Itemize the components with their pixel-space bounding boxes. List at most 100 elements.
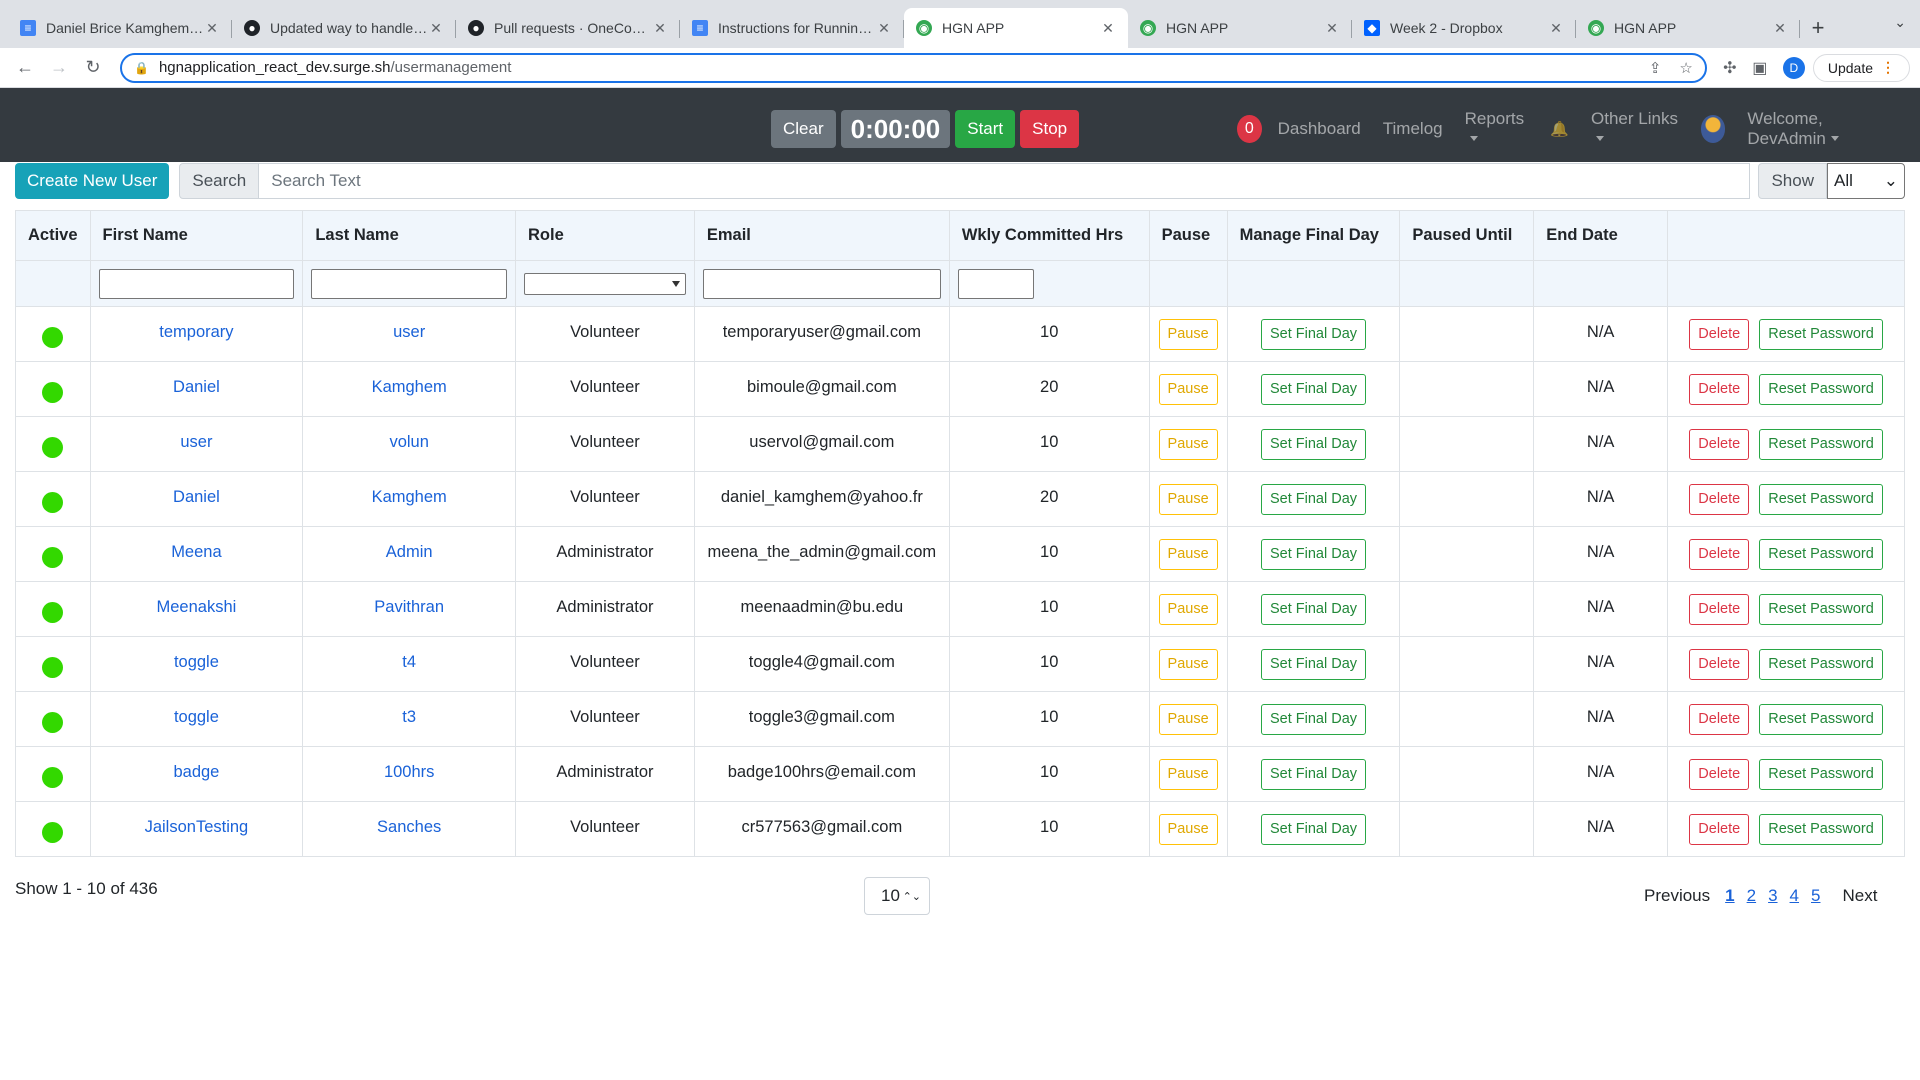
active-status-dot[interactable] [42, 657, 64, 678]
back-icon[interactable]: ← [10, 53, 40, 83]
close-icon[interactable]: ✕ [428, 20, 444, 37]
show-filter-select[interactable]: All ⌄ [1827, 163, 1905, 199]
last-name-filter-input[interactable] [311, 268, 508, 299]
page-size-select[interactable]: 10 ⌃⌄ [864, 877, 930, 915]
reset-password-button[interactable]: Reset Password [1759, 593, 1883, 625]
browser-tab[interactable]: ● Pull requests · OneCommuni✕ [456, 8, 680, 48]
first-name-link[interactable]: Daniel [173, 378, 220, 396]
reset-password-button[interactable]: Reset Password [1759, 813, 1883, 845]
delete-button[interactable]: Delete [1689, 593, 1750, 625]
active-status-dot[interactable] [42, 767, 64, 788]
search-input[interactable]: Search Text [259, 163, 1751, 199]
reset-password-button[interactable]: Reset Password [1759, 538, 1883, 570]
page-link[interactable]: 5 [1811, 886, 1820, 906]
last-name-link[interactable]: Kamghem [372, 378, 447, 396]
forward-icon[interactable]: → [44, 53, 74, 83]
reset-password-button[interactable]: Reset Password [1759, 758, 1883, 790]
set-final-day-button[interactable]: Set Final Day [1260, 318, 1367, 350]
pause-button[interactable]: Pause [1158, 538, 1218, 570]
reset-password-button[interactable]: Reset Password [1759, 428, 1883, 460]
previous-page-button[interactable]: Previous [1644, 886, 1710, 906]
active-status-dot[interactable] [42, 822, 64, 843]
user-avatar[interactable] [1700, 115, 1726, 143]
close-icon[interactable]: ✕ [1100, 20, 1116, 37]
notification-count-badge[interactable]: 0 [1237, 115, 1262, 143]
browser-tab[interactable]: ≡ Daniel Brice Kamghem Kom✕ [8, 8, 232, 48]
set-final-day-button[interactable]: Set Final Day [1260, 813, 1367, 845]
timer-clear-button[interactable]: Clear [771, 110, 836, 148]
share-icon[interactable]: ⇪ [1649, 59, 1662, 77]
reset-password-button[interactable]: Reset Password [1759, 373, 1883, 405]
browser-tab[interactable]: ◆ Week 2 - Dropbox ✕ [1352, 8, 1576, 48]
timer-stop-button[interactable]: Stop [1020, 110, 1080, 148]
set-final-day-button[interactable]: Set Final Day [1260, 428, 1367, 460]
email-filter-input[interactable] [702, 268, 941, 299]
nav-dashboard-link[interactable]: Dashboard [1278, 119, 1361, 139]
pause-button[interactable]: Pause [1158, 813, 1218, 845]
active-status-dot[interactable] [42, 712, 64, 733]
first-name-link[interactable]: toggle [174, 653, 219, 671]
close-icon[interactable]: ✕ [1548, 20, 1564, 37]
nav-timelog-link[interactable]: Timelog [1383, 119, 1443, 139]
last-name-link[interactable]: Pavithran [374, 598, 444, 616]
active-status-dot[interactable] [42, 492, 64, 513]
pause-button[interactable]: Pause [1158, 758, 1218, 790]
reset-password-button[interactable]: Reset Password [1759, 703, 1883, 735]
delete-button[interactable]: Delete [1689, 758, 1750, 790]
pause-button[interactable]: Pause [1158, 373, 1218, 405]
set-final-day-button[interactable]: Set Final Day [1260, 648, 1367, 680]
hours-filter-input[interactable] [957, 268, 1034, 299]
active-status-dot[interactable] [42, 382, 64, 403]
active-status-dot[interactable] [42, 547, 64, 568]
reset-password-button[interactable]: Reset Password [1759, 648, 1883, 680]
pause-button[interactable]: Pause [1158, 703, 1218, 735]
page-link[interactable]: 4 [1790, 886, 1799, 906]
last-name-link[interactable]: Sanches [377, 818, 441, 836]
set-final-day-button[interactable]: Set Final Day [1260, 373, 1367, 405]
first-name-link[interactable]: Meena [171, 543, 221, 561]
browser-tab[interactable]: ◉ HGN APP ✕ [1576, 8, 1800, 48]
last-name-link[interactable]: user [393, 323, 425, 341]
bookmark-star-icon[interactable]: ☆ [1679, 59, 1692, 77]
create-new-user-button[interactable]: Create New User [15, 163, 170, 199]
first-name-link[interactable]: Meenakshi [157, 598, 237, 616]
side-panel-icon[interactable]: ▣ [1745, 53, 1775, 83]
first-name-link[interactable]: toggle [174, 708, 219, 726]
delete-button[interactable]: Delete [1689, 428, 1750, 460]
page-link[interactable]: 3 [1768, 886, 1777, 906]
pause-button[interactable]: Pause [1158, 483, 1218, 515]
active-status-dot[interactable] [42, 327, 64, 348]
page-link[interactable]: 1 [1725, 886, 1734, 906]
last-name-link[interactable]: Admin [386, 543, 433, 561]
profile-avatar[interactable]: D [1782, 56, 1805, 79]
last-name-link[interactable]: t4 [402, 653, 416, 671]
delete-button[interactable]: Delete [1689, 648, 1750, 680]
set-final-day-button[interactable]: Set Final Day [1260, 703, 1367, 735]
pause-button[interactable]: Pause [1158, 648, 1218, 680]
first-name-link[interactable]: JailsonTesting [145, 818, 249, 836]
active-status-dot[interactable] [42, 602, 64, 623]
next-page-button[interactable]: Next [1842, 886, 1877, 906]
last-name-link[interactable]: t3 [402, 708, 416, 726]
tab-search-icon[interactable]: ⌄ [1894, 14, 1906, 31]
set-final-day-button[interactable]: Set Final Day [1260, 593, 1367, 625]
nav-other-links-dropdown[interactable]: Other Links [1591, 109, 1679, 149]
close-icon[interactable]: ✕ [1324, 20, 1340, 37]
delete-button[interactable]: Delete [1689, 538, 1750, 570]
welcome-user-dropdown[interactable]: Welcome, DevAdmin [1747, 109, 1898, 149]
bell-icon[interactable]: 🔔 [1550, 120, 1569, 138]
first-name-link[interactable]: badge [173, 763, 219, 781]
first-name-link[interactable]: temporary [159, 323, 233, 341]
new-tab-button[interactable]: + [1800, 8, 1836, 48]
first-name-link[interactable]: user [180, 433, 212, 451]
last-name-link[interactable]: Kamghem [372, 488, 447, 506]
reload-icon[interactable]: ↻ [78, 53, 108, 83]
role-filter-select[interactable] [524, 272, 686, 295]
browser-tab[interactable]: ◉ HGN APP ✕ [1128, 8, 1352, 48]
extensions-icon[interactable]: ✣ [1715, 53, 1745, 83]
browser-tab[interactable]: ≡ Instructions for Running HGI✕ [680, 8, 904, 48]
close-icon[interactable]: ✕ [204, 20, 220, 37]
browser-tab[interactable]: ◉ HGN APP ✕ [904, 8, 1128, 48]
timer-start-button[interactable]: Start [955, 110, 1016, 148]
pause-button[interactable]: Pause [1158, 593, 1218, 625]
